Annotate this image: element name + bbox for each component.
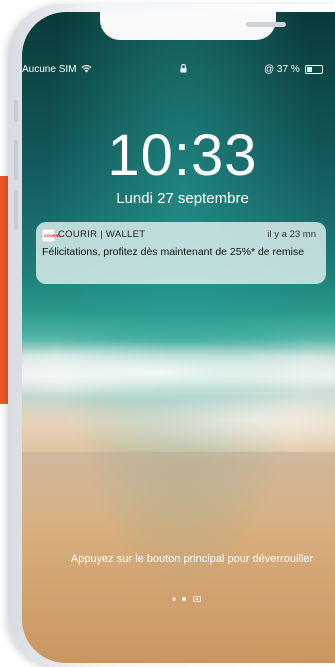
- volume-down-button: [14, 190, 18, 230]
- battery-fill: [306, 66, 312, 72]
- notification-card[interactable]: COURIR COURIR | WALLET il y a 23 mn Féli…: [36, 222, 326, 284]
- mute-switch: [14, 100, 18, 122]
- page-dot-active: [182, 597, 186, 601]
- lock-icon: [180, 64, 187, 76]
- battery-status: @ 37 %: [264, 64, 323, 75]
- speaker-grille: [246, 22, 286, 27]
- battery-icon: [304, 64, 323, 74]
- page-indicator: [172, 595, 212, 605]
- volume-up-button: [14, 140, 18, 180]
- camera-icon: [193, 595, 201, 604]
- page-dot: [172, 597, 176, 601]
- notification-app-name: COURIR | WALLET: [58, 229, 146, 240]
- status-bar: Aucune SIM @ 37 %: [22, 64, 335, 80]
- phone-frame: Aucune SIM @ 37 % 10:33 Lundi 27 septemb…: [8, 4, 335, 667]
- wifi-icon: [81, 65, 92, 73]
- clock-date: Lundi 27 septembre: [116, 190, 249, 207]
- clock-time: 10:33: [107, 123, 258, 188]
- lock-screen: Aucune SIM @ 37 % 10:33 Lundi 27 septemb…: [22, 12, 335, 663]
- carrier-label: Aucune SIM: [22, 64, 92, 75]
- carrier-text: Aucune SIM: [22, 64, 77, 75]
- notch: [100, 12, 286, 40]
- wet-sand: [22, 452, 335, 532]
- notification-message: Félicitations, profitez dès maintenant d…: [42, 246, 305, 258]
- notification-time: il y a 23 mn: [267, 229, 316, 240]
- battery-percent: @ 37 %: [264, 64, 300, 75]
- unlock-hint: Appuyez sur le bouton principal pour dév…: [70, 553, 314, 565]
- courir-app-icon: COURIR: [42, 229, 60, 242]
